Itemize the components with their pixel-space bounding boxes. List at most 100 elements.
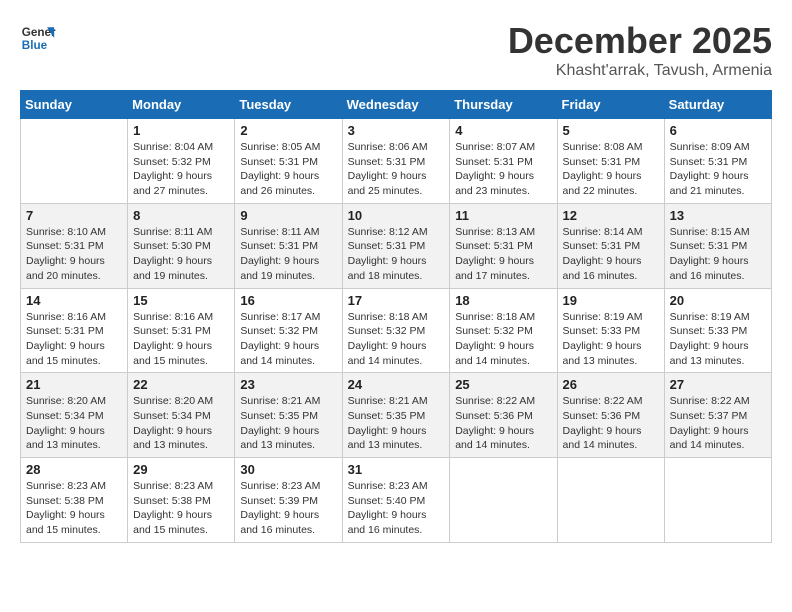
title-block: December 2025 Khasht'arrak, Tavush, Arme… bbox=[508, 20, 772, 80]
day-info: Sunrise: 8:21 AMSunset: 5:35 PMDaylight:… bbox=[240, 394, 336, 453]
day-number: 3 bbox=[348, 123, 445, 138]
day-number: 10 bbox=[348, 208, 445, 223]
day-number: 31 bbox=[348, 462, 445, 477]
day-number: 13 bbox=[670, 208, 766, 223]
day-info: Sunrise: 8:05 AMSunset: 5:31 PMDaylight:… bbox=[240, 140, 336, 199]
day-info: Sunrise: 8:21 AMSunset: 5:35 PMDaylight:… bbox=[348, 394, 445, 453]
day-number: 20 bbox=[670, 293, 766, 308]
day-info: Sunrise: 8:08 AMSunset: 5:31 PMDaylight:… bbox=[563, 140, 659, 199]
day-info: Sunrise: 8:23 AMSunset: 5:39 PMDaylight:… bbox=[240, 479, 336, 538]
day-number: 27 bbox=[670, 377, 766, 392]
day-info: Sunrise: 8:23 AMSunset: 5:40 PMDaylight:… bbox=[348, 479, 445, 538]
day-cell bbox=[450, 458, 557, 543]
day-number: 16 bbox=[240, 293, 336, 308]
day-number: 9 bbox=[240, 208, 336, 223]
day-number: 19 bbox=[563, 293, 659, 308]
header-row: SundayMondayTuesdayWednesdayThursdayFrid… bbox=[21, 91, 772, 119]
day-number: 5 bbox=[563, 123, 659, 138]
day-number: 6 bbox=[670, 123, 766, 138]
day-cell: 18 Sunrise: 8:18 AMSunset: 5:32 PMDayligh… bbox=[450, 288, 557, 373]
day-cell: 9 Sunrise: 8:11 AMSunset: 5:31 PMDaylight… bbox=[235, 203, 342, 288]
day-info: Sunrise: 8:22 AMSunset: 5:36 PMDaylight:… bbox=[563, 394, 659, 453]
day-cell: 7Sunrise: 8:10 AMSunset: 5:31 PMDaylight… bbox=[21, 203, 128, 288]
day-number: 17 bbox=[348, 293, 445, 308]
day-number: 15 bbox=[133, 293, 229, 308]
page-header: General Blue December 2025 Khasht'arrak,… bbox=[20, 20, 772, 80]
day-number: 25 bbox=[455, 377, 551, 392]
day-number: 30 bbox=[240, 462, 336, 477]
day-info: Sunrise: 8:23 AMSunset: 5:38 PMDaylight:… bbox=[26, 479, 122, 538]
day-cell: 8 Sunrise: 8:11 AMSunset: 5:30 PMDaylight… bbox=[128, 203, 235, 288]
day-info: Sunrise: 8:18 AMSunset: 5:32 PMDaylight:… bbox=[348, 310, 445, 369]
day-cell: 12 Sunrise: 8:14 AMSunset: 5:31 PMDayligh… bbox=[557, 203, 664, 288]
day-cell: 23 Sunrise: 8:21 AMSunset: 5:35 PMDayligh… bbox=[235, 373, 342, 458]
day-cell: 3Sunrise: 8:06 AMSunset: 5:31 PMDaylight… bbox=[342, 119, 450, 204]
day-cell: 1 Sunrise: 8:04 AMSunset: 5:32 PMDaylight… bbox=[128, 119, 235, 204]
day-info: Sunrise: 8:19 AMSunset: 5:33 PMDaylight:… bbox=[563, 310, 659, 369]
day-cell: 21Sunrise: 8:20 AMSunset: 5:34 PMDayligh… bbox=[21, 373, 128, 458]
day-info: Sunrise: 8:16 AMSunset: 5:31 PMDaylight:… bbox=[26, 310, 122, 369]
header-cell-monday: Monday bbox=[128, 91, 235, 119]
day-number: 14 bbox=[26, 293, 122, 308]
day-number: 28 bbox=[26, 462, 122, 477]
day-cell: 13 Sunrise: 8:15 AMSunset: 5:31 PMDayligh… bbox=[664, 203, 771, 288]
day-number: 21 bbox=[26, 377, 122, 392]
day-cell: 14 Sunrise: 8:16 AMSunset: 5:31 PMDayligh… bbox=[21, 288, 128, 373]
day-cell bbox=[557, 458, 664, 543]
day-cell bbox=[664, 458, 771, 543]
day-number: 7 bbox=[26, 208, 122, 223]
day-cell: 2Sunrise: 8:05 AMSunset: 5:31 PMDaylight… bbox=[235, 119, 342, 204]
day-info: Sunrise: 8:16 AMSunset: 5:31 PMDaylight:… bbox=[133, 310, 229, 369]
day-info: Sunrise: 8:20 AMSunset: 5:34 PMDaylight:… bbox=[133, 394, 229, 453]
week-row-5: 28 Sunrise: 8:23 AMSunset: 5:38 PMDayligh… bbox=[21, 458, 772, 543]
day-info: Sunrise: 8:07 AMSunset: 5:31 PMDaylight:… bbox=[455, 140, 551, 199]
day-number: 1 bbox=[133, 123, 229, 138]
calendar-header: SundayMondayTuesdayWednesdayThursdayFrid… bbox=[21, 91, 772, 119]
day-cell: 20 Sunrise: 8:19 AMSunset: 5:33 PMDayligh… bbox=[664, 288, 771, 373]
day-cell: 15 Sunrise: 8:16 AMSunset: 5:31 PMDayligh… bbox=[128, 288, 235, 373]
day-info: Sunrise: 8:13 AMSunset: 5:31 PMDaylight:… bbox=[455, 225, 551, 284]
day-cell: 11 Sunrise: 8:13 AMSunset: 5:31 PMDayligh… bbox=[450, 203, 557, 288]
header-cell-sunday: Sunday bbox=[21, 91, 128, 119]
day-info: Sunrise: 8:19 AMSunset: 5:33 PMDaylight:… bbox=[670, 310, 766, 369]
logo: General Blue bbox=[20, 20, 56, 56]
day-number: 18 bbox=[455, 293, 551, 308]
day-number: 23 bbox=[240, 377, 336, 392]
day-number: 29 bbox=[133, 462, 229, 477]
header-cell-tuesday: Tuesday bbox=[235, 91, 342, 119]
day-number: 12 bbox=[563, 208, 659, 223]
header-cell-thursday: Thursday bbox=[450, 91, 557, 119]
day-cell bbox=[21, 119, 128, 204]
day-cell: 4Sunrise: 8:07 AMSunset: 5:31 PMDaylight… bbox=[450, 119, 557, 204]
week-row-4: 21 Sunrise: 8:20 AMSunset: 5:34 PMDayligh… bbox=[21, 373, 772, 458]
day-number: 11 bbox=[455, 208, 551, 223]
day-cell: 22Sunrise: 8:20 AMSunset: 5:34 PMDayligh… bbox=[128, 373, 235, 458]
day-info: Sunrise: 8:12 AMSunset: 5:31 PMDaylight:… bbox=[348, 225, 445, 284]
month-title: December 2025 bbox=[508, 20, 772, 62]
day-info: Sunrise: 8:11 AMSunset: 5:31 PMDaylight:… bbox=[240, 225, 336, 284]
day-cell: 31 Sunrise: 8:23 AMSunset: 5:40 PMDayligh… bbox=[342, 458, 450, 543]
week-row-1: 1 Sunrise: 8:04 AMSunset: 5:32 PMDaylight… bbox=[21, 119, 772, 204]
day-cell: 5 Sunrise: 8:08 AMSunset: 5:31 PMDaylight… bbox=[557, 119, 664, 204]
day-info: Sunrise: 8:18 AMSunset: 5:32 PMDaylight:… bbox=[455, 310, 551, 369]
day-cell: 27Sunrise: 8:22 AMSunset: 5:37 PMDayligh… bbox=[664, 373, 771, 458]
day-number: 8 bbox=[133, 208, 229, 223]
location-subtitle: Khasht'arrak, Tavush, Armenia bbox=[508, 62, 772, 80]
day-cell: 28 Sunrise: 8:23 AMSunset: 5:38 PMDayligh… bbox=[21, 458, 128, 543]
header-cell-wednesday: Wednesday bbox=[342, 91, 450, 119]
day-cell: 25 Sunrise: 8:22 AMSunset: 5:36 PMDayligh… bbox=[450, 373, 557, 458]
day-cell: 6Sunrise: 8:09 AMSunset: 5:31 PMDaylight… bbox=[664, 119, 771, 204]
day-info: Sunrise: 8:15 AMSunset: 5:31 PMDaylight:… bbox=[670, 225, 766, 284]
day-cell: 16Sunrise: 8:17 AMSunset: 5:32 PMDayligh… bbox=[235, 288, 342, 373]
logo-icon: General Blue bbox=[20, 20, 56, 56]
day-info: Sunrise: 8:04 AMSunset: 5:32 PMDaylight:… bbox=[133, 140, 229, 199]
day-number: 24 bbox=[348, 377, 445, 392]
calendar-body: 1 Sunrise: 8:04 AMSunset: 5:32 PMDaylight… bbox=[21, 119, 772, 543]
day-cell: 29Sunrise: 8:23 AMSunset: 5:38 PMDayligh… bbox=[128, 458, 235, 543]
calendar-table: SundayMondayTuesdayWednesdayThursdayFrid… bbox=[20, 90, 772, 543]
header-cell-saturday: Saturday bbox=[664, 91, 771, 119]
day-info: Sunrise: 8:14 AMSunset: 5:31 PMDaylight:… bbox=[563, 225, 659, 284]
day-cell: 19 Sunrise: 8:19 AMSunset: 5:33 PMDayligh… bbox=[557, 288, 664, 373]
day-info: Sunrise: 8:22 AMSunset: 5:36 PMDaylight:… bbox=[455, 394, 551, 453]
day-info: Sunrise: 8:11 AMSunset: 5:30 PMDaylight:… bbox=[133, 225, 229, 284]
